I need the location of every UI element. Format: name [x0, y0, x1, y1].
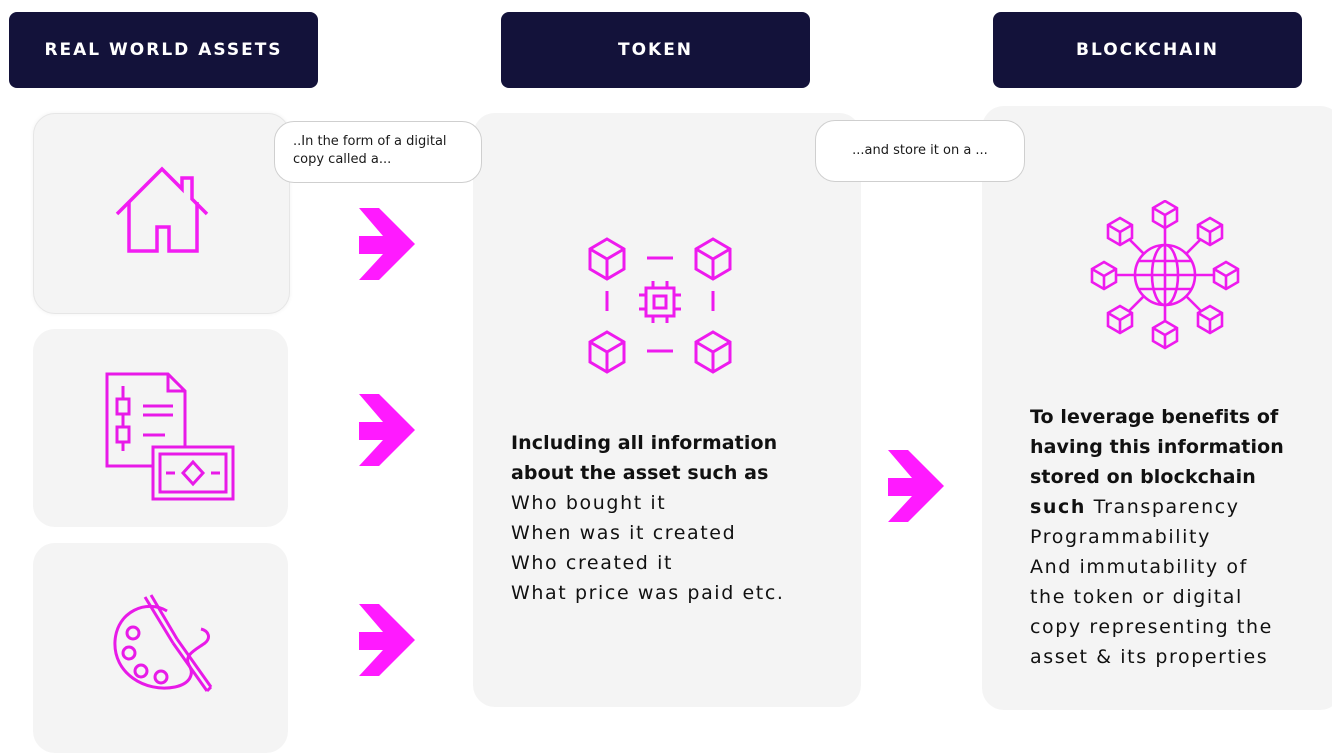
header-blockchain: BLOCKCHAIN — [993, 12, 1302, 88]
chain-text-bold-1: To leverage benefits of — [1030, 406, 1279, 428]
chain-text-line: the token or digital — [1030, 586, 1243, 608]
speech-bubble-store: ...and store it on a ... — [815, 120, 1025, 182]
header-token: TOKEN — [501, 12, 810, 88]
token-card — [473, 113, 861, 707]
bubble2-text: ...and store it on a ... — [852, 143, 988, 158]
token-text-item: Who bought it — [511, 492, 667, 514]
token-text-item: What price was paid etc. — [511, 582, 785, 604]
token-chip-cubes-icon — [588, 237, 732, 374]
asset-card-art — [33, 543, 288, 753]
header-real-world-assets: REAL WORLD ASSETS — [9, 12, 318, 88]
chain-text-line: And immutability of — [1030, 556, 1248, 578]
arrow-right-icon — [359, 394, 415, 466]
paint-palette-icon — [113, 594, 213, 693]
globe-network-icon — [1090, 200, 1240, 350]
token-text-item: Who created it — [511, 552, 674, 574]
blockchain-description: To leverage benefits of having this info… — [1030, 402, 1330, 672]
chain-text-inline: Transparency — [1086, 496, 1240, 518]
token-text-bold-1: Including all information — [511, 432, 778, 454]
asset-card-house — [33, 113, 290, 314]
chain-text-bold-3: stored on blockchain — [1030, 466, 1256, 488]
header-assets-label: REAL WORLD ASSETS — [44, 40, 283, 60]
bubble1-line1: ..In the form of a digital — [293, 134, 447, 149]
chain-text-bold-word: such — [1030, 496, 1087, 518]
speech-bubble-digital-copy: ..In the form of a digital copy called a… — [274, 121, 482, 183]
document-money-icon — [105, 372, 235, 501]
token-text-bold-2: about the asset such as — [511, 462, 769, 484]
chain-text-line: Programmability — [1030, 526, 1211, 548]
chain-text-line: asset & its properties — [1030, 646, 1269, 668]
chain-text-mixed-line: such Transparency — [1030, 492, 1330, 522]
chain-text-bold-2: having this information — [1030, 436, 1284, 458]
arrow-right-icon — [888, 450, 944, 522]
token-text-item: When was it created — [511, 522, 737, 544]
header-blockchain-label: BLOCKCHAIN — [1076, 40, 1219, 60]
asset-card-document — [33, 329, 288, 527]
token-description: Including all information about the asse… — [511, 428, 856, 608]
chain-text-line: copy representing the — [1030, 616, 1273, 638]
arrow-right-icon — [359, 604, 415, 676]
bubble1-line2: copy called a... — [293, 152, 392, 167]
header-token-label: TOKEN — [617, 40, 694, 60]
house-icon — [115, 166, 209, 253]
arrow-right-icon — [359, 208, 415, 280]
